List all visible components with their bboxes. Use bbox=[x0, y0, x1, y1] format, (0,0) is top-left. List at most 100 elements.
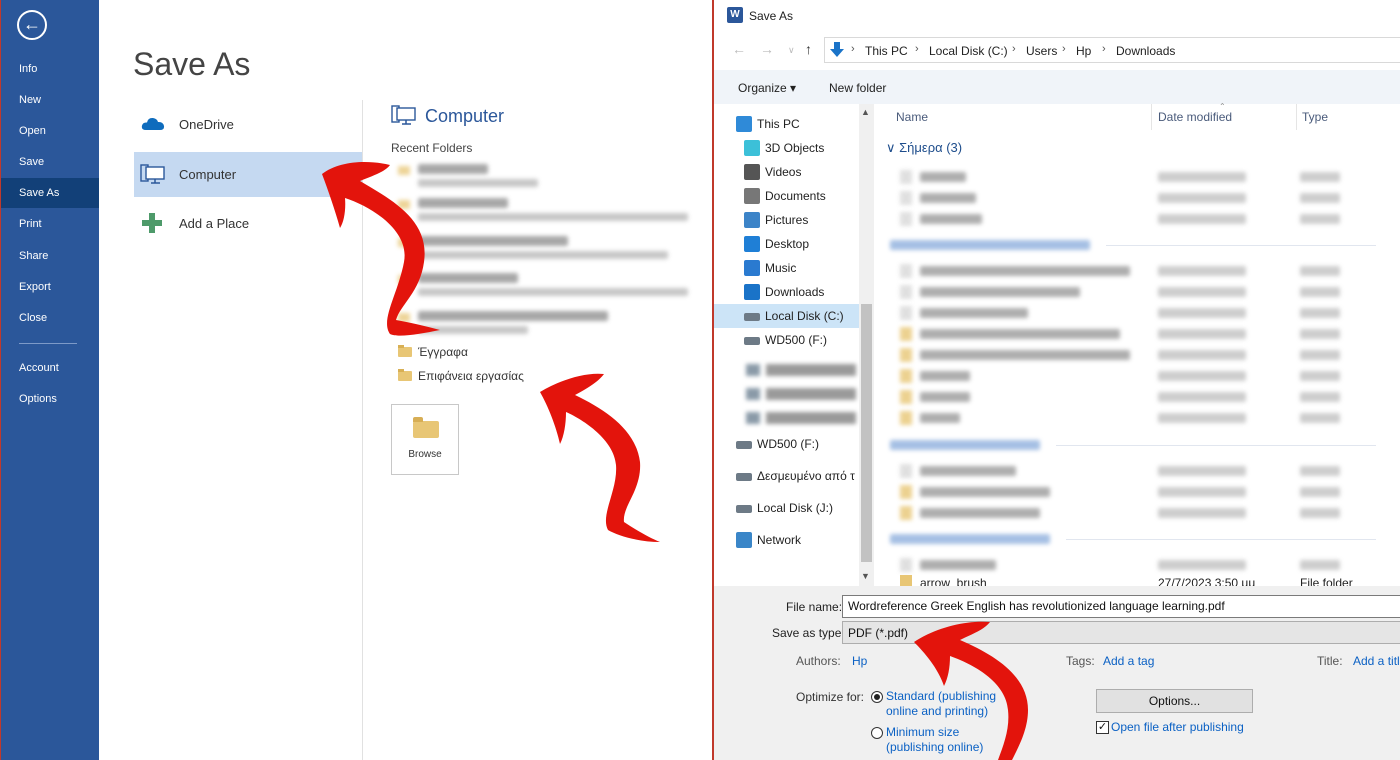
back-icon[interactable]: ← bbox=[732, 41, 746, 57]
tree-item[interactable]: WD500 (F:) bbox=[714, 328, 859, 352]
breadcrumb-item[interactable]: Hp bbox=[1076, 44, 1091, 58]
file-row-blurred[interactable] bbox=[900, 556, 1380, 574]
breadcrumb-separator-icon[interactable]: › bbox=[1012, 43, 1016, 55]
scroll-up-icon[interactable]: ▲ bbox=[861, 107, 870, 117]
nav-account[interactable]: Account bbox=[1, 353, 99, 383]
file-row-blurred[interactable] bbox=[900, 304, 1380, 322]
recent-folder-blurred[interactable] bbox=[398, 164, 708, 190]
nav-share[interactable]: Share bbox=[1, 241, 99, 271]
recent-folder-blurred[interactable] bbox=[398, 273, 708, 299]
tree-item-blurred[interactable] bbox=[746, 388, 856, 400]
nav-info[interactable]: Info bbox=[1, 54, 99, 84]
file-row-blurred[interactable] bbox=[900, 325, 1380, 343]
nav-save[interactable]: Save bbox=[1, 147, 99, 177]
tree-item[interactable]: Videos bbox=[714, 160, 859, 184]
breadcrumb-separator-icon[interactable]: › bbox=[1102, 43, 1106, 55]
file-row-blurred[interactable] bbox=[900, 262, 1380, 280]
breadcrumb-separator-icon[interactable]: › bbox=[915, 43, 919, 55]
back-arrow-icon[interactable]: ← bbox=[17, 10, 47, 40]
radio-standard-label[interactable]: Standard (publishing online and printing… bbox=[886, 689, 1011, 719]
recent-folder-blurred[interactable] bbox=[398, 198, 708, 224]
file-icon bbox=[900, 464, 912, 478]
open-after-label[interactable]: Open file after publishing bbox=[1111, 720, 1244, 734]
file-row-blurred[interactable] bbox=[900, 168, 1380, 186]
breadcrumb-item[interactable]: This PC bbox=[865, 44, 908, 58]
forward-icon[interactable]: → bbox=[760, 41, 774, 57]
tree-item[interactable]: Music bbox=[714, 256, 859, 280]
organize-button[interactable]: Organize ▾ bbox=[738, 81, 796, 95]
tree-item[interactable]: Local Disk (J:) bbox=[714, 496, 859, 520]
browse-button[interactable]: Browse bbox=[391, 404, 459, 475]
breadcrumb-separator-icon[interactable]: › bbox=[1062, 43, 1066, 55]
drive-icon bbox=[736, 505, 752, 513]
radio-minimum[interactable] bbox=[871, 727, 883, 739]
title-label: Title: bbox=[1317, 654, 1343, 668]
breadcrumb-item[interactable]: Users bbox=[1026, 44, 1057, 58]
file-row-blurred[interactable] bbox=[900, 367, 1380, 385]
file-row-blurred[interactable] bbox=[900, 210, 1380, 228]
tree-item[interactable]: Δεσμευμένο από τ bbox=[714, 464, 859, 488]
tags-value[interactable]: Add a tag bbox=[1103, 654, 1154, 668]
tree-item-blurred[interactable] bbox=[746, 364, 856, 376]
tree-item[interactable]: Desktop bbox=[714, 232, 859, 256]
recent-locations-icon[interactable]: ∨ bbox=[788, 45, 795, 56]
file-row-blurred[interactable] bbox=[900, 409, 1380, 427]
column-type[interactable]: Type bbox=[1302, 110, 1328, 130]
recent-folder-blurred[interactable] bbox=[398, 236, 708, 262]
breadcrumb-item[interactable]: Downloads bbox=[1116, 44, 1175, 58]
breadcrumb-separator-icon[interactable]: › bbox=[851, 43, 855, 55]
file-row-blurred[interactable] bbox=[900, 283, 1380, 301]
file-row-blurred[interactable] bbox=[900, 346, 1380, 364]
column-date-modified[interactable]: Date modified bbox=[1158, 110, 1232, 130]
file-row-blurred[interactable] bbox=[900, 483, 1380, 501]
save-type-select[interactable]: PDF (*.pdf) bbox=[842, 621, 1400, 644]
open-after-checkbox[interactable]: ✓ bbox=[1096, 721, 1109, 734]
authors-value[interactable]: Hp bbox=[852, 654, 867, 668]
tree-item[interactable]: 3D Objects bbox=[714, 136, 859, 160]
tags-label: Tags: bbox=[1066, 654, 1095, 668]
group-header-blurred[interactable] bbox=[890, 440, 1040, 450]
address-bar[interactable]: › This PC › Local Disk (C:) › Users › Hp › Downlo… bbox=[824, 37, 1400, 63]
tree-item[interactable]: Pictures bbox=[714, 208, 859, 232]
tree-item[interactable]: WD500 (F:) bbox=[714, 432, 859, 456]
location-onedrive[interactable]: OneDrive bbox=[134, 102, 362, 147]
group-header-blurred[interactable] bbox=[890, 240, 1090, 250]
tree-item[interactable]: Local Disk (C:) bbox=[714, 304, 859, 328]
nav-open[interactable]: Open bbox=[1, 116, 99, 146]
group-today[interactable]: ∨ Σήμερα (3) bbox=[886, 140, 962, 156]
scrollbar-thumb[interactable] bbox=[861, 304, 872, 562]
nav-new[interactable]: New bbox=[1, 85, 99, 115]
file-row-blurred[interactable] bbox=[900, 504, 1380, 522]
organize-label: Organize bbox=[738, 81, 787, 95]
tree-item[interactable]: This PC bbox=[714, 112, 859, 136]
tree-item[interactable]: Downloads bbox=[714, 280, 859, 304]
group-header-blurred[interactable] bbox=[890, 534, 1050, 544]
radio-standard[interactable] bbox=[871, 691, 883, 703]
options-button[interactable]: Options... bbox=[1096, 689, 1253, 713]
nav-options[interactable]: Options bbox=[1, 384, 99, 414]
tree-item[interactable]: Documents bbox=[714, 184, 859, 208]
title-value[interactable]: Add a title bbox=[1353, 654, 1400, 668]
navigation-scrollbar[interactable]: ▲ ▼ bbox=[859, 104, 874, 586]
tree-item-blurred[interactable] bbox=[746, 412, 856, 424]
file-row-blurred[interactable] bbox=[900, 462, 1380, 480]
file-name-field[interactable]: Wordreference Greek English has revoluti… bbox=[842, 595, 1400, 618]
nav-export[interactable]: Export bbox=[1, 272, 99, 302]
file-row-blurred[interactable] bbox=[900, 189, 1380, 207]
new-folder-button[interactable]: New folder bbox=[829, 81, 886, 95]
recent-folder-blurred[interactable] bbox=[398, 311, 708, 337]
file-row-blurred[interactable] bbox=[900, 388, 1380, 406]
up-arrow-icon[interactable]: ↑ bbox=[805, 41, 812, 57]
nav-save-as[interactable]: Save As bbox=[1, 178, 99, 208]
breadcrumb-item[interactable]: Local Disk (C:) bbox=[929, 44, 1008, 58]
location-computer[interactable]: Computer bbox=[134, 152, 362, 197]
location-add-place[interactable]: Add a Place bbox=[134, 201, 362, 246]
tree-item[interactable]: Network bbox=[714, 528, 859, 552]
nav-print[interactable]: Print bbox=[1, 209, 99, 239]
nav-close[interactable]: Close bbox=[1, 303, 99, 333]
backstage-nav: ← Info New Open Save Save As Print Share Export… bbox=[1, 0, 99, 760]
word-backstage: ← Info New Open Save Save As Print Share Export… bbox=[0, 0, 712, 760]
column-name[interactable]: Name bbox=[896, 110, 928, 130]
radio-minimum-label[interactable]: Minimum size (publishing online) bbox=[886, 725, 1001, 755]
scroll-down-icon[interactable]: ▼ bbox=[861, 571, 870, 581]
